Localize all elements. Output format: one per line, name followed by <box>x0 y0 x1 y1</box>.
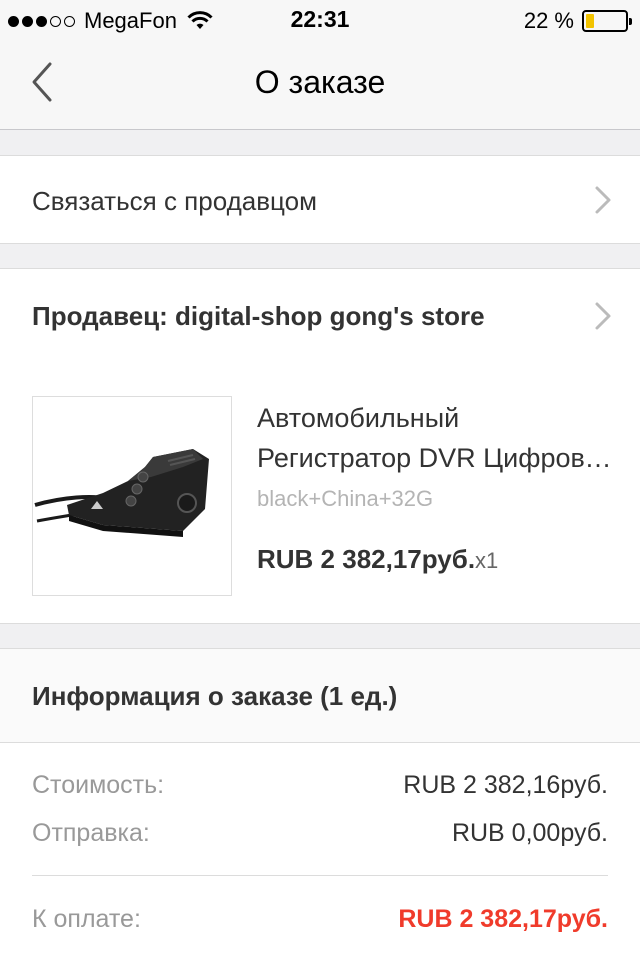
order-info-title: Информация о заказе (1 ед.) <box>32 681 398 711</box>
order-info-header: Информация о заказе (1 ед.) <box>0 648 640 743</box>
product-title-line2: Регистратор DVR Цифровой <box>257 443 612 473</box>
battery-icon <box>582 10 632 32</box>
contact-seller-row[interactable]: Связаться с продавцом <box>0 155 640 244</box>
shipping-label: Отправка: <box>32 819 150 847</box>
battery-nub <box>629 18 632 25</box>
total-value: RUB 2 382,17руб. <box>398 905 608 933</box>
product-title[interactable]: Автомобильный Регистратор DVR Цифровой <box>257 398 617 478</box>
battery-fill <box>586 14 594 28</box>
product-price: RUB 2 382,17руб.x1 <box>257 544 498 575</box>
cost-value: RUB 2 382,16руб. <box>403 771 608 799</box>
order-summary: Стоимость: RUB 2 382,16руб. Отправка: RU… <box>0 743 640 960</box>
product-variant: black+China+32G <box>257 486 434 511</box>
contact-seller-label: Связаться с продавцом <box>32 186 317 216</box>
battery-indicator: 22 % <box>523 8 632 34</box>
chevron-right-icon <box>595 302 611 330</box>
product-title-line1: Автомобильный <box>257 403 460 433</box>
navigation-bar: О заказе <box>0 40 640 130</box>
cost-label: Стоимость: <box>32 771 165 799</box>
product-quantity: x1 <box>475 548 499 573</box>
battery-percent: 22 % <box>523 8 574 33</box>
chevron-right-icon <box>595 186 611 214</box>
product-price-value: RUB 2 382,17руб. <box>257 544 476 574</box>
shipping-value: RUB 0,00руб. <box>451 819 608 847</box>
status-bar: MegaFon 22:31 22 % <box>0 0 640 40</box>
dashcam-image <box>34 449 209 537</box>
divider <box>32 875 608 876</box>
seller-row[interactable]: Продавец: digital-shop gong's store <box>0 268 640 363</box>
product-image[interactable] <box>32 396 232 596</box>
page-title: О заказе <box>254 64 386 100</box>
total-label: К оплате: <box>32 905 141 933</box>
product-item[interactable]: Автомобильный Регистратор DVR Цифровой b… <box>0 362 640 624</box>
seller-name: Продавец: digital-shop gong's store <box>32 301 485 331</box>
